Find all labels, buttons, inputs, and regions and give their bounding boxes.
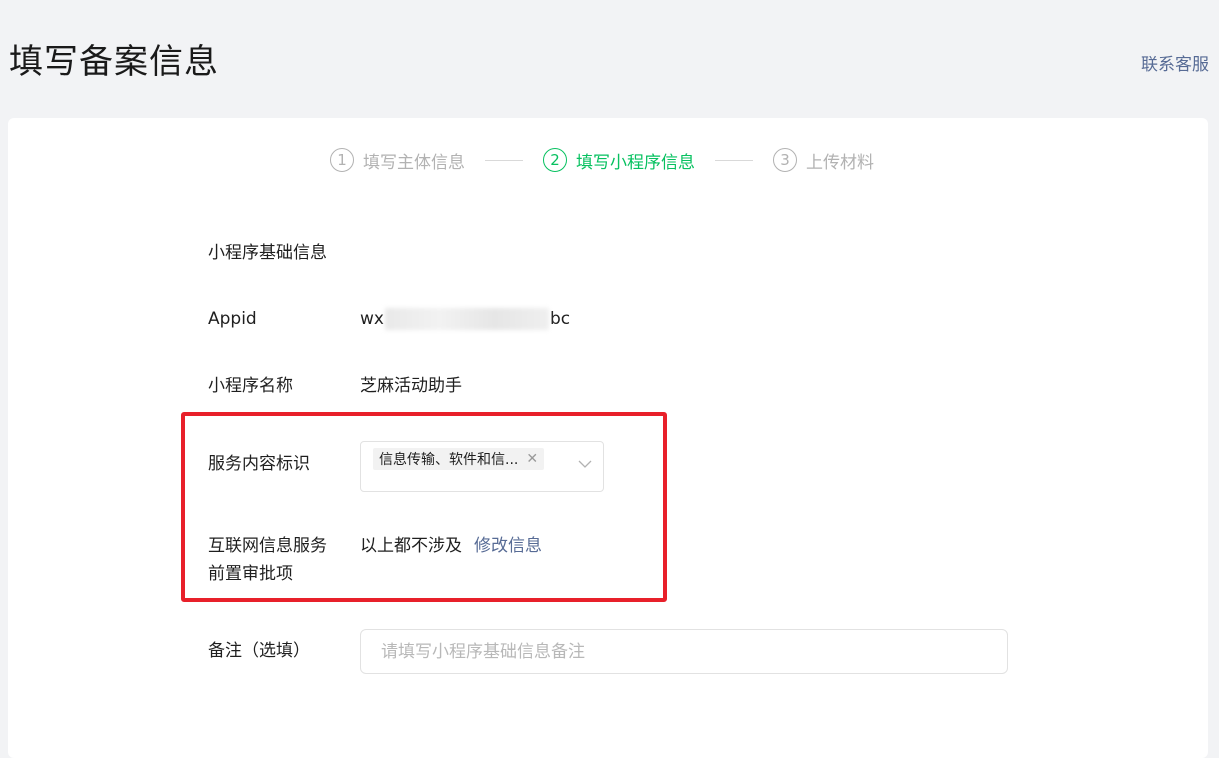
step-2-number: 2 [543, 148, 567, 172]
step-1-number: 1 [330, 148, 354, 172]
appid-redacted [384, 308, 549, 330]
remark-input[interactable] [360, 629, 1008, 674]
highlight-annotation-box [181, 412, 667, 602]
form-card: 1 填写主体信息 2 填写小程序信息 3 上传材料 小程序基础信息 Appid … [8, 118, 1208, 758]
step-3-label: 上传材料 [806, 152, 874, 173]
step-3-number: 3 [773, 148, 797, 172]
step-1: 1 填写主体信息 [330, 148, 465, 173]
remark-label: 备注（选填） [208, 641, 310, 661]
step-divider [715, 159, 753, 161]
appid-label: Appid [208, 309, 257, 329]
appid-value: wx bc [360, 305, 570, 333]
step-1-label: 填写主体信息 [363, 152, 465, 173]
app-name-label: 小程序名称 [208, 376, 293, 396]
step-divider [485, 159, 523, 161]
appid-suffix: bc [549, 309, 571, 329]
step-2-label: 填写小程序信息 [576, 152, 695, 173]
step-2: 2 填写小程序信息 [543, 148, 695, 173]
step-indicator: 1 填写主体信息 2 填写小程序信息 3 上传材料 [330, 146, 874, 174]
step-3: 3 上传材料 [773, 148, 874, 173]
app-name-value: 芝麻活动助手 [360, 376, 462, 396]
page-title: 填写备案信息 [9, 42, 219, 82]
appid-prefix: wx [360, 309, 384, 329]
contact-service-link[interactable]: 联系客服 [1141, 50, 1209, 75]
section-title: 小程序基础信息 [208, 243, 327, 263]
